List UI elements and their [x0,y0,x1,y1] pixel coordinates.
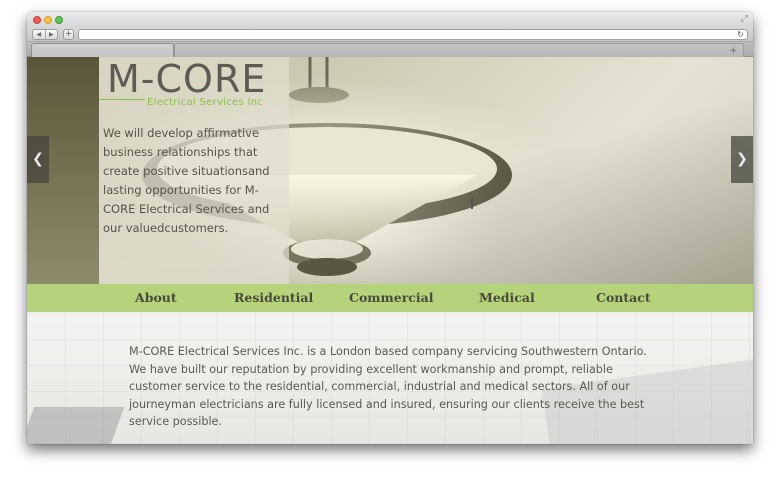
nav-about[interactable]: About [135,284,177,312]
background-tool-shape [27,407,125,444]
nav-medical[interactable]: Medical [479,284,535,312]
browser-window: ⤢ ◀ ▶ + ↻ + M-CORE Electrical Services I… [27,12,753,444]
nav-commercial[interactable]: Commercial [349,284,434,312]
logo-rule [99,99,145,100]
content-section: M-CORE Electrical Services Inc. is a Lon… [27,312,753,444]
logo-tagline: Electrical Services Inc [147,97,264,108]
history-buttons: ◀ ▶ [32,29,58,40]
hero-mission-text: We will develop affirmative business rel… [103,126,270,235]
tab-strip: + [27,42,753,57]
back-arrow-icon[interactable]: ◀ [33,30,46,39]
title-bar: ⤢ [27,12,753,27]
tab-active[interactable] [31,43,174,57]
hero-slider: M-CORE Electrical Services Inc We will d… [27,57,753,284]
new-tab-button[interactable]: + [63,29,74,40]
tab-inactive[interactable]: + [174,43,744,57]
chevron-left-icon: ❮ [32,151,44,167]
add-tab-icon[interactable]: + [729,45,737,57]
forward-arrow-icon[interactable]: ▶ [46,30,58,39]
nav-contact[interactable]: Contact [596,284,651,312]
logo-panel: M-CORE Electrical Services Inc We will d… [99,57,289,284]
minimize-window-icon[interactable] [44,16,52,24]
browser-toolbar: ◀ ▶ + ↻ [27,27,753,42]
reload-icon[interactable]: ↻ [737,30,744,40]
company-intro-text: M-CORE Electrical Services Inc. is a Lon… [129,345,647,428]
website: M-CORE Electrical Services Inc We will d… [27,57,753,444]
main-nav: About Residential Commercial Medical Con… [27,284,753,312]
slider-next-button[interactable]: ❯ [731,136,753,183]
slider-prev-button[interactable]: ❮ [27,136,49,183]
logo[interactable]: M-CORE [107,57,266,101]
close-window-icon[interactable] [33,16,41,24]
address-bar[interactable]: ↻ [78,29,748,40]
nav-residential[interactable]: Residential [234,284,313,312]
chevron-right-icon: ❯ [736,151,748,167]
fullscreen-icon[interactable]: ⤢ [741,14,748,24]
zoom-window-icon[interactable] [55,16,63,24]
